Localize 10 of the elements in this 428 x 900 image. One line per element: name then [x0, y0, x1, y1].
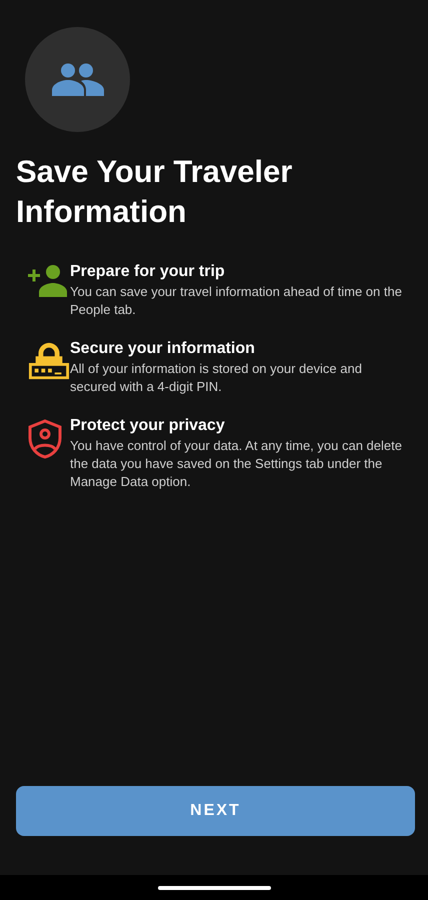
people-icon [52, 63, 104, 96]
page-title: Save Your Traveler Information [16, 153, 294, 231]
feature-title: Protect your privacy [70, 416, 226, 436]
feature-title: Prepare for your trip [70, 262, 226, 282]
home-indicator[interactable] [158, 886, 270, 890]
feature-description: You can save your travel information ahead of time on the People tab. [70, 283, 403, 319]
next-button[interactable]: NEXT [16, 786, 415, 836]
feature-description: You have control of your data. At any time, you can delete the data you have saved on the Settings tab under the Manage Data option. [70, 437, 403, 491]
feature-description: All of your information is stored on your device and secured with a 4-digit PIN. [70, 360, 363, 396]
feature-title: Secure your information [70, 339, 256, 359]
